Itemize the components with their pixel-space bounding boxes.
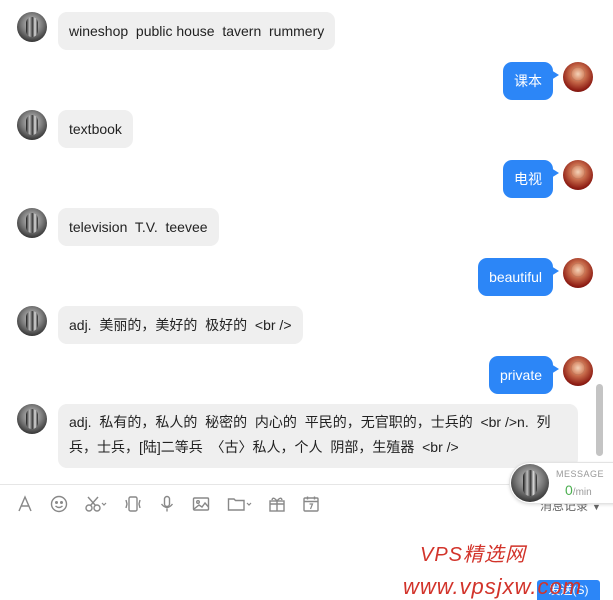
contact-avatar[interactable] <box>17 208 47 238</box>
incoming-message-bubble: adj. 美丽的，美好的 极好的 <br /> <box>58 306 303 344</box>
outgoing-message-bubble: beautiful <box>478 258 559 296</box>
voice-button[interactable] <box>156 490 178 522</box>
chat-scrollbar[interactable] <box>596 384 603 456</box>
scissors-icon <box>85 495 107 518</box>
outgoing-message-bubble: 课本 <box>503 62 559 100</box>
contact-avatar[interactable] <box>17 110 47 140</box>
font-icon <box>16 494 34 518</box>
incoming-message-bubble: textbook <box>58 110 133 148</box>
speed-number: 0 <box>565 482 573 498</box>
user-avatar[interactable] <box>563 258 593 288</box>
emoji-icon <box>50 495 68 518</box>
shake-icon <box>124 495 142 518</box>
gift-icon <box>268 495 286 518</box>
outgoing-message-bubble: private <box>488 356 560 394</box>
chat-history: wineshop public house tavern rummery 课本 … <box>0 0 613 484</box>
incoming-message-bubble: television T.V. teevee <box>58 208 219 246</box>
folder-icon <box>227 495 253 518</box>
outgoing-message-bubble: 电视 <box>503 160 559 198</box>
emoji-button[interactable] <box>48 490 70 522</box>
microphone-icon <box>158 495 176 518</box>
user-avatar[interactable] <box>563 160 593 190</box>
gift-button[interactable] <box>266 490 288 522</box>
watermark-url: www.vpsjxw.com <box>403 574 583 599</box>
image-icon <box>192 495 210 518</box>
message-speed-widget[interactable]: MESSAGE 0/min <box>509 462 613 504</box>
incoming-message-bubble: wineshop public house tavern rummery <box>58 12 336 50</box>
speed-unit: /min <box>572 487 592 498</box>
file-button[interactable] <box>224 490 256 522</box>
shake-button[interactable] <box>122 490 144 522</box>
screenshot-button[interactable] <box>80 490 112 522</box>
contact-avatar[interactable] <box>17 404 47 434</box>
speed-value: 0/min <box>565 482 592 498</box>
calendar-icon <box>302 495 320 518</box>
user-avatar[interactable] <box>563 356 593 386</box>
contact-avatar[interactable] <box>17 12 47 42</box>
user-avatar[interactable] <box>563 62 593 92</box>
calendar-button[interactable] <box>300 490 322 522</box>
contact-avatar[interactable] <box>17 306 47 336</box>
speed-label: MESSAGE <box>556 469 605 479</box>
incoming-message-bubble: adj. 私有的，私人的 秘密的 内心的 平民的，无官职的，士兵的 <br />… <box>58 404 578 468</box>
image-button[interactable] <box>190 490 212 522</box>
widget-avatar <box>511 464 549 502</box>
font-button[interactable] <box>14 490 36 522</box>
watermark-title: VPS精选网 <box>420 544 527 566</box>
